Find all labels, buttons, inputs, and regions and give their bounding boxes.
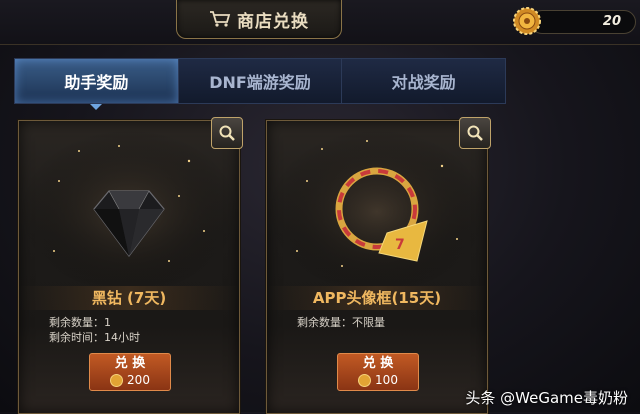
price-value: 200: [127, 373, 150, 387]
currency-amount: 20: [602, 14, 621, 29]
price-value: 100: [375, 373, 398, 387]
page-title: 商店兑换: [237, 11, 309, 32]
item-details: 剩余数量：不限量: [297, 315, 385, 330]
tab-dnf-client-rewards[interactable]: DNF端游奖励: [179, 59, 343, 103]
magnifier-icon: [219, 125, 235, 141]
currency-pill: 20: [530, 10, 636, 34]
magnifier-icon: [467, 125, 483, 141]
tab-battle-rewards[interactable]: 对战奖励: [342, 59, 505, 103]
watermark: 头条 @WeGame毒奶粉: [465, 389, 628, 407]
redeem-button[interactable]: 兑 换 100: [337, 353, 419, 391]
tab-bar: 助手奖励 DNF端游奖励 对战奖励: [14, 58, 506, 110]
item-remaining-quantity: 剩余数量：1: [49, 316, 111, 329]
redeem-label: 兑 换: [114, 356, 146, 371]
item-name-bar: APP头像框(15天): [267, 286, 487, 310]
redeem-button[interactable]: 兑 换 200: [89, 353, 171, 391]
reward-card: 7 APP头像框(15天) 剩余数量：不限量 兑 换 100: [266, 117, 491, 414]
price-row: 200: [90, 372, 170, 388]
item-details: 剩余数量：1 剩余时间：14小时: [49, 315, 140, 345]
gear-coin-icon: [513, 7, 541, 35]
reward-card: 黑钻 (7天) 剩余数量：1 剩余时间：14小时 兑 换 200: [18, 117, 243, 414]
item-name: APP头像框(15天): [312, 289, 442, 307]
card-art: 7: [267, 121, 487, 286]
redeem-label: 兑 换: [362, 356, 394, 371]
svg-text:7: 7: [395, 237, 405, 253]
cart-icon: [210, 11, 231, 27]
coin-icon: [358, 373, 372, 387]
zoom-button[interactable]: [211, 117, 243, 149]
zoom-button[interactable]: [459, 117, 491, 149]
shop-title-plate: 商店兑换: [176, 0, 342, 39]
item-remaining-quantity: 剩余数量：不限量: [297, 316, 385, 329]
currency-display: 20: [512, 6, 636, 36]
item-name: 黑钻 (7天): [91, 289, 167, 307]
tab-assistant-rewards[interactable]: 助手奖励: [15, 59, 179, 110]
top-bar: 商店兑换 20: [0, 0, 640, 45]
card-art: [19, 121, 239, 286]
item-remaining-time: 剩余时间：14小时: [49, 331, 140, 344]
item-name-bar: 黑钻 (7天): [19, 286, 239, 310]
coin-icon: [110, 373, 124, 387]
price-row: 100: [338, 372, 418, 388]
